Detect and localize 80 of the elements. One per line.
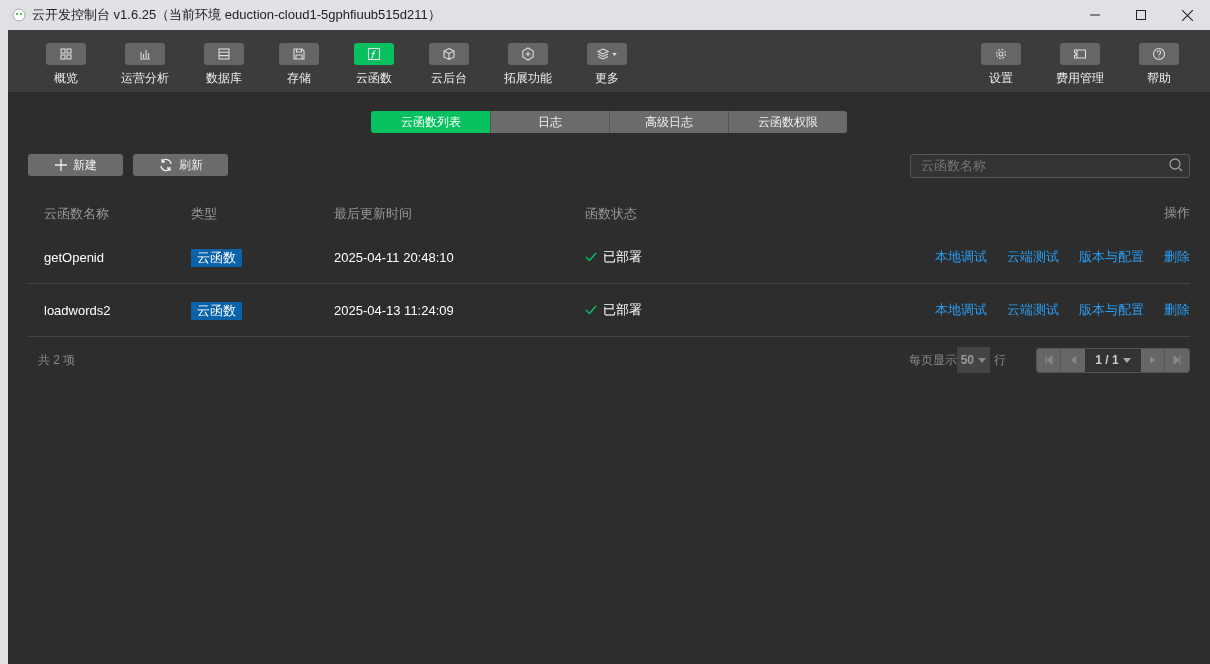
nav-label: 运营分析: [120, 70, 169, 87]
refresh-icon: [158, 158, 173, 172]
action-link[interactable]: 本地调试: [935, 300, 987, 320]
nav-label: 云后台: [430, 70, 467, 87]
caret-icon: [978, 357, 986, 363]
nav-button[interactable]: [278, 43, 319, 65]
search-icon: [1169, 158, 1183, 172]
layers-icon: [596, 47, 610, 61]
close-icon: [1181, 9, 1193, 21]
nav-label: 概览: [53, 70, 78, 87]
hexagon-plus-icon: [520, 47, 535, 61]
deploy-status: 已部署: [603, 248, 642, 267]
action-link[interactable]: 云端测试: [1007, 247, 1059, 267]
nav-label: 拓展功能: [503, 70, 552, 87]
nav-button[interactable]: [428, 43, 469, 65]
per-page-unit: 行: [994, 352, 1006, 369]
nav-label: 云函数: [355, 70, 392, 87]
nav-label: 数据库: [205, 70, 242, 87]
updated-time: 2025-04-13 11:24:09: [334, 303, 454, 318]
updated-time: 2025-04-11 20:48:10: [334, 250, 454, 265]
nav-button[interactable]: [1059, 43, 1100, 65]
per-page-dropdown[interactable]: 50: [956, 347, 990, 373]
nav-button[interactable]: [353, 43, 394, 65]
tab[interactable]: 日志: [490, 111, 609, 133]
next-page-icon: [1149, 356, 1156, 364]
caret-icon: [1122, 357, 1131, 363]
column-header: 函数状态: [585, 206, 637, 221]
function-name: loadwords2: [44, 303, 111, 318]
nav-button[interactable]: [124, 43, 165, 65]
deploy-status: 已部署: [603, 301, 642, 320]
column-header: 类型: [191, 206, 217, 221]
refresh-button[interactable]: 刷新: [133, 154, 228, 176]
grid-icon: [58, 47, 73, 61]
maximize-icon: [1136, 10, 1146, 20]
action-link[interactable]: 删除: [1164, 247, 1190, 267]
nav-button[interactable]: [507, 43, 548, 65]
action-link[interactable]: 云端测试: [1007, 300, 1059, 320]
function-icon: [366, 47, 381, 61]
nav-label: 费用管理: [1055, 70, 1104, 87]
action-link[interactable]: 版本与配置: [1079, 300, 1144, 320]
caret-icon: [612, 52, 617, 56]
action-link[interactable]: 删除: [1164, 300, 1190, 320]
column-header: 操作: [1164, 204, 1190, 223]
nav-button[interactable]: [1138, 43, 1179, 65]
nav-button[interactable]: [586, 43, 627, 65]
per-page-label: 每页显示: [908, 352, 957, 369]
nav-button[interactable]: [45, 43, 86, 65]
check-icon: [585, 305, 597, 315]
table-icon: [216, 47, 231, 61]
window-title: 云开发控制台 v1.6.25（当前环境 eduction-cloud1-5gphfiuub515d211）: [32, 6, 441, 25]
cube-icon: [441, 47, 456, 61]
ticket-icon: [1072, 47, 1087, 61]
tab[interactable]: 高级日志: [609, 111, 728, 133]
nav-label: 更多: [594, 70, 619, 87]
help-icon: [1151, 47, 1166, 61]
column-header: 云函数名称: [44, 206, 109, 221]
action-link[interactable]: 本地调试: [935, 247, 987, 267]
action-link[interactable]: 版本与配置: [1079, 247, 1144, 267]
search-field[interactable]: 云函数名称: [910, 153, 1190, 178]
function-name: getOpenid: [44, 250, 104, 265]
nav-label: 帮助: [1146, 70, 1171, 87]
page-dropdown[interactable]: 1 / 1: [1085, 348, 1141, 372]
total-count: 共 2 项: [38, 352, 76, 369]
type-tag: 云函数: [191, 302, 242, 320]
last-page-icon: [1173, 356, 1181, 364]
settings-icon: [993, 47, 1008, 61]
first-page-icon: [1044, 356, 1053, 364]
nav-label: 存储: [286, 70, 311, 87]
tab[interactable]: 云函数权限: [728, 111, 847, 133]
check-icon: [585, 252, 597, 262]
type-tag: 云函数: [191, 249, 242, 267]
nav-button[interactable]: [980, 43, 1021, 65]
bar-chart-icon: [137, 47, 152, 61]
previous-page-icon: [1070, 356, 1076, 364]
plus-icon: [54, 159, 67, 171]
app-logo-icon: [12, 8, 26, 22]
nav-button[interactable]: [203, 43, 244, 65]
new-button[interactable]: 新建: [28, 154, 123, 176]
column-header: 最后更新时间: [334, 206, 412, 221]
nav-label: 设置: [988, 70, 1013, 87]
